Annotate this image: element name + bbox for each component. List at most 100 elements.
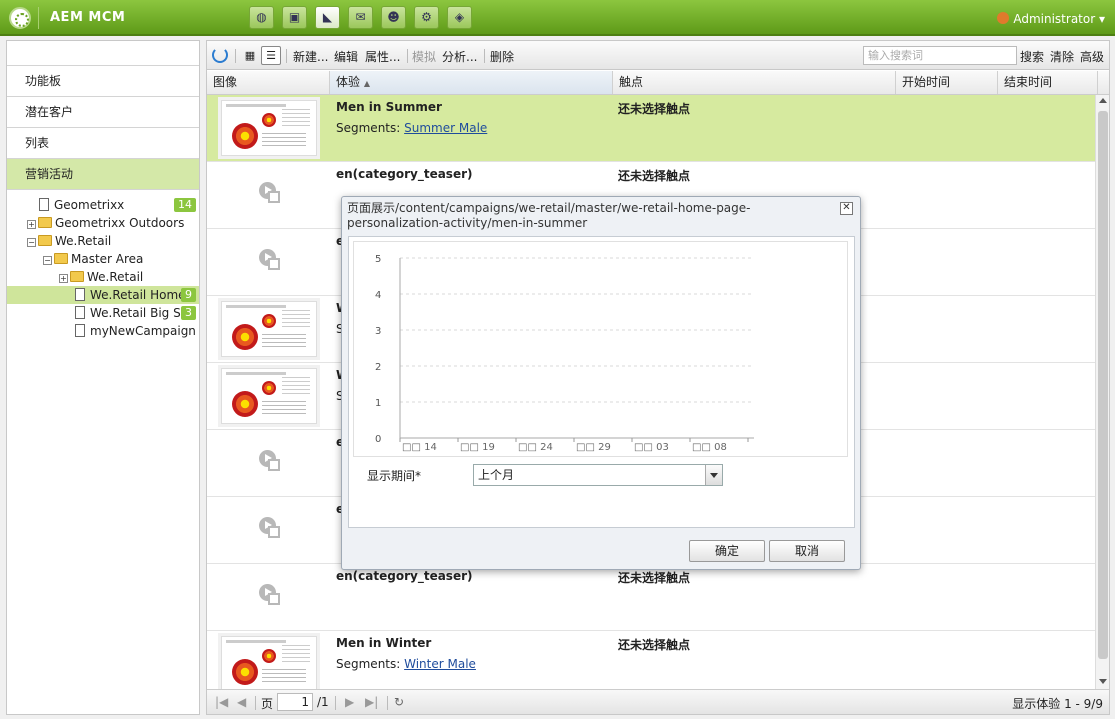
column-header-experience[interactable]: 体验 ▲: [330, 71, 613, 94]
collapse-icon[interactable]: −: [43, 256, 52, 265]
sidebar-header: [7, 41, 199, 66]
advanced-button[interactable]: 高级: [1080, 48, 1104, 65]
page-status: 显示体验 1 - 9/9: [1012, 697, 1103, 711]
sidebar-item-dashboard[interactable]: 功能板: [7, 66, 199, 97]
mail-icon[interactable]: ✉: [348, 6, 373, 29]
dialog-title: 页面展示/content/campaigns/we-retail/master/…: [347, 201, 751, 230]
tree-node-selected[interactable]: We.Retail Home 9: [7, 286, 199, 304]
y-tick-label: 5: [375, 254, 381, 265]
y-tick-label: 0: [375, 434, 381, 445]
clear-button[interactable]: 清除: [1050, 48, 1074, 65]
thumbnail: [221, 100, 317, 156]
page-total: /1: [317, 695, 329, 709]
search-input[interactable]: 输入搜索词: [863, 46, 1017, 65]
vertical-scrollbar[interactable]: [1095, 95, 1109, 689]
close-icon[interactable]: ✕: [840, 202, 853, 215]
globe-icon[interactable]: ◍: [249, 6, 274, 29]
ok-button[interactable]: 确定: [689, 540, 765, 562]
column-header-touchpoint[interactable]: 触点: [613, 71, 896, 94]
segment-link[interactable]: Summer Male: [404, 121, 487, 135]
tree-node-label: Geometrixx: [54, 198, 125, 212]
search-button[interactable]: 搜索: [1020, 48, 1044, 65]
collapse-icon[interactable]: −: [27, 238, 36, 247]
tree-node[interactable]: + Geometrixx Outdoors: [7, 214, 199, 232]
chevron-down-icon[interactable]: [705, 465, 722, 485]
grid-view-icon[interactable]: ▦: [240, 46, 260, 65]
table-row[interactable]: Men in Summer Segments: Summer Male 还未选择…: [207, 95, 1095, 162]
cancel-button[interactable]: 取消: [769, 540, 845, 562]
tree-node-label: We.Retail: [87, 270, 144, 284]
users-icon[interactable]: ☻: [381, 6, 406, 29]
sidebar-item-campaigns[interactable]: 营销活动: [7, 159, 199, 190]
tree-node[interactable]: We.Retail Big Spe 3: [7, 304, 199, 322]
y-tick-label: 1: [375, 398, 381, 409]
new-button[interactable]: 新建...: [293, 48, 328, 65]
expand-icon[interactable]: +: [59, 274, 68, 283]
segments: Segments: Winter Male: [336, 657, 476, 671]
page-icon: [75, 324, 85, 337]
x-tick-label: □□ 14: [402, 442, 437, 453]
x-tick-label: □□ 24: [518, 442, 553, 453]
page-icon: [39, 198, 49, 211]
tree-node[interactable]: myNewCampaign: [7, 322, 199, 340]
segments-label: Segments:: [336, 657, 401, 671]
refresh-icon[interactable]: [212, 47, 228, 63]
scrollbar-thumb[interactable]: [1098, 111, 1108, 659]
scroll-up-icon[interactable]: [1099, 98, 1107, 103]
refresh-icon[interactable]: ↻: [394, 695, 404, 709]
list-view-icon[interactable]: ☰: [261, 46, 281, 65]
megaphone-icon[interactable]: ◣: [315, 6, 340, 29]
prev-page-icon[interactable]: ◀: [237, 695, 246, 709]
toolbar: ▦ ☰ 新建... 编辑 属性... 模拟 分析... 删除 输入搜索词 搜索 …: [207, 41, 1109, 70]
table-row[interactable]: en(category_teaser) 还未选择触点: [207, 564, 1095, 631]
properties-button[interactable]: 属性...: [365, 48, 400, 65]
teaser-placeholder-icon: [259, 249, 281, 271]
sidebar-item-leads[interactable]: 潜在客户: [7, 97, 199, 128]
segment-link[interactable]: Winter Male: [404, 657, 476, 671]
camera-icon[interactable]: ▣: [282, 6, 307, 29]
sidebar-item-lists[interactable]: 列表: [7, 128, 199, 159]
next-page-icon[interactable]: ▶: [345, 695, 354, 709]
period-label: 显示期间*: [367, 469, 422, 483]
simulate-button[interactable]: 模拟: [412, 48, 436, 65]
divider: [335, 696, 336, 710]
teaser-placeholder-icon: [259, 450, 281, 472]
aem-logo-icon[interactable]: [9, 7, 31, 29]
user-menu[interactable]: Administrator ▾: [997, 12, 1105, 26]
touchpoint-status: 还未选择触点: [618, 571, 691, 585]
touchpoint-status: 还未选择触点: [618, 638, 691, 652]
tree-node-label: myNewCampaign: [90, 324, 196, 338]
x-tick-label: □□ 19: [460, 442, 495, 453]
delete-button[interactable]: 删除: [490, 48, 514, 65]
scroll-down-icon[interactable]: [1099, 679, 1107, 684]
sort-ascending-icon: ▲: [363, 79, 370, 88]
folder-icon: [54, 253, 68, 264]
first-page-icon[interactable]: |◀: [215, 695, 228, 709]
dialog-body: 0 1 2 3 4 5 □□ 14 □□ 19 □□ 24 □□ 29 □□ 03 □□ 08 显示期…: [348, 236, 855, 528]
analyze-button[interactable]: 分析...: [442, 48, 477, 65]
table-header: 图像 体验 ▲ 触点 开始时间 结束时间: [207, 71, 1109, 95]
tree-node[interactable]: + We.Retail: [7, 268, 199, 286]
table-row[interactable]: Men in Winter Segments: Winter Male 还未选择…: [207, 631, 1095, 689]
page-number-input[interactable]: 1: [277, 693, 313, 711]
tree-node[interactable]: − Master Area: [7, 250, 199, 268]
nav-icon-bar: ◍ ▣ ◣ ✉ ☻ ⚙ ◈: [249, 6, 472, 29]
edit-button[interactable]: 编辑: [334, 48, 358, 65]
gear-icon[interactable]: ⚙: [414, 6, 439, 29]
tag-icon[interactable]: ◈: [447, 6, 472, 29]
period-select[interactable]: 上个月: [473, 464, 723, 486]
column-header-start[interactable]: 开始时间: [896, 71, 998, 94]
page-icon: [75, 306, 85, 319]
impressions-chart: 0 1 2 3 4 5 □□ 14 □□ 19 □□ 24 □□ 29 □□ 03 □□ 08: [353, 241, 848, 457]
folder-icon: [38, 235, 52, 246]
thumbnail: [221, 368, 317, 424]
tree-node[interactable]: Geometrixx 14: [7, 196, 199, 214]
expand-icon[interactable]: +: [27, 220, 36, 229]
tree-node[interactable]: − We.Retail: [7, 232, 199, 250]
column-header-end[interactable]: 结束时间: [998, 71, 1098, 94]
page-label: 页: [261, 697, 274, 711]
column-header-image[interactable]: 图像: [207, 71, 330, 94]
thumbnail: [221, 636, 317, 689]
folder-icon: [38, 217, 52, 228]
last-page-icon[interactable]: ▶|: [365, 695, 378, 709]
